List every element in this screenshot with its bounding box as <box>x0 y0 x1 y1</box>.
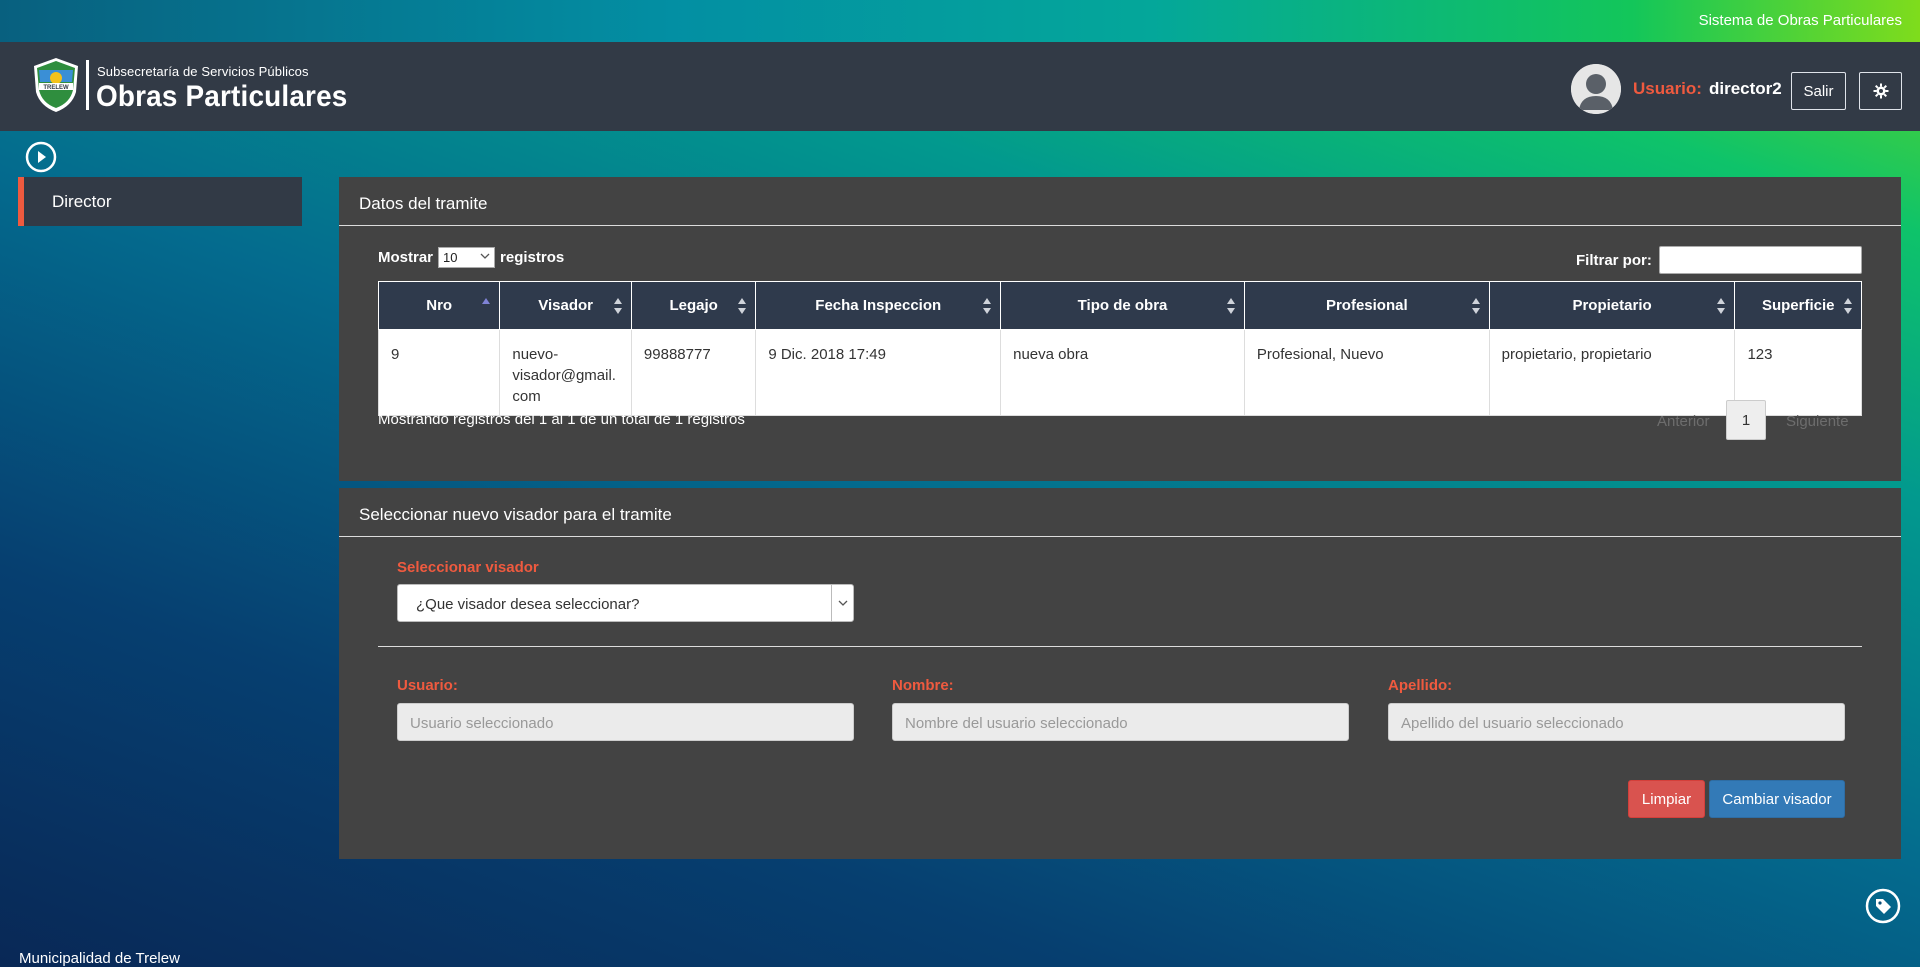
panel-divider <box>339 536 1901 537</box>
brand-title: Obras Particulares <box>96 80 348 113</box>
filter-input[interactable] <box>1659 246 1862 274</box>
sort-both-icon <box>1717 298 1726 314</box>
records-label: registros <box>500 249 565 266</box>
logout-button[interactable]: Salir <box>1791 72 1846 110</box>
pager-next[interactable]: Siguiente <box>1786 413 1849 430</box>
column-header-profesional[interactable]: Profesional <box>1243 281 1490 330</box>
select-visador-label: Seleccionar visador <box>397 559 539 576</box>
nombre-field[interactable]: Nombre del usuario seleccionado <box>892 703 1349 741</box>
column-header-visador[interactable]: Visador <box>499 281 632 330</box>
nombre-placeholder: Nombre del usuario seleccionado <box>905 715 1128 732</box>
sidebar-toggle-icon[interactable] <box>25 141 57 173</box>
trelew-shield-icon: TRELEW <box>34 58 78 112</box>
cell-fecha-inspeccion: 9 Dic. 2018 17:49 <box>755 329 1002 416</box>
user-label: Usuario: <box>1633 79 1702 98</box>
sort-both-icon <box>983 298 992 314</box>
visador-select[interactable]: ¿Que visador desea seleccionar? <box>397 584 854 622</box>
sort-both-icon <box>1226 298 1235 314</box>
sort-both-icon <box>613 298 622 314</box>
table-header-row: Nro Visador Legajo Fecha Inspeccion Tipo… <box>377 281 1862 330</box>
usuario-field[interactable]: Usuario seleccionado <box>397 703 854 741</box>
sidebar-item-director[interactable]: Director <box>18 177 302 226</box>
apellido-placeholder: Apellido del usuario seleccionado <box>1401 715 1624 732</box>
column-header-propietario[interactable]: Propietario <box>1488 281 1736 330</box>
header: TRELEW Subsecretaría de Servicios Públic… <box>0 42 1920 131</box>
chevron-down-icon <box>838 600 847 606</box>
cell-visador: nuevo-visador@gmail.com <box>499 329 632 416</box>
user-name: director2 <box>1709 79 1782 98</box>
chevron-down-icon <box>480 253 490 259</box>
cell-legajo: 99888777 <box>630 329 757 416</box>
tramite-table: Nro Visador Legajo Fecha Inspeccion Tipo… <box>377 281 1862 416</box>
page-length-select[interactable]: 10 <box>438 247 496 268</box>
sort-both-icon <box>1844 298 1852 314</box>
clear-button[interactable]: Limpiar <box>1628 780 1705 818</box>
user-avatar-icon <box>1571 64 1621 114</box>
page-length-value: 10 <box>443 250 458 265</box>
sort-both-icon <box>738 298 747 314</box>
column-header-legajo[interactable]: Legajo <box>630 281 757 330</box>
system-title: Sistema de Obras Particulares <box>1698 12 1902 29</box>
select-caret <box>831 585 853 621</box>
usuario-placeholder: Usuario seleccionado <box>410 715 554 732</box>
column-header-nro[interactable]: Nro <box>377 281 501 330</box>
pager-previous[interactable]: Anterior <box>1657 413 1710 430</box>
usuario-label: Usuario: <box>397 677 458 694</box>
visador-panel-title: Seleccionar nuevo visador para el tramit… <box>359 505 672 524</box>
page-length-control: Mostrar 10 registros <box>378 247 564 268</box>
settings-button[interactable] <box>1859 72 1902 110</box>
sort-asc-icon <box>482 298 491 304</box>
nombre-label: Nombre: <box>892 677 954 694</box>
table-info: Mostrando registros del 1 al 1 de un tot… <box>378 411 745 428</box>
column-header-tipo-obra[interactable]: Tipo de obra <box>1000 281 1245 330</box>
column-header-superficie[interactable]: Superficie <box>1734 281 1862 330</box>
cell-propietario: propietario, propietario <box>1488 329 1736 416</box>
panel-divider <box>339 225 1901 226</box>
filter-label: Filtrar por: <box>1576 252 1652 269</box>
cell-profesional: Profesional, Nuevo <box>1243 329 1490 416</box>
brand-subtitle: Subsecretaría de Servicios Públicos <box>97 64 309 79</box>
change-visador-button[interactable]: Cambiar visador <box>1709 780 1845 818</box>
logo-divider <box>86 60 89 110</box>
footer-text: Municipalidad de Trelew <box>19 950 180 967</box>
table-row[interactable]: 9 nuevo-visador@gmail.com 99888777 9 Dic… <box>377 329 1862 416</box>
show-label: Mostrar <box>378 249 434 266</box>
visador-panel: Seleccionar nuevo visador para el tramit… <box>339 488 1901 859</box>
gear-icon <box>1873 83 1888 99</box>
avatar[interactable] <box>1571 64 1621 114</box>
sidebar-item-label: Director <box>52 192 112 211</box>
cell-nro: 9 <box>377 329 501 416</box>
cell-tipo-obra: nueva obra <box>1000 329 1245 416</box>
visador-select-value: ¿Que visador desea seleccionar? <box>416 596 640 613</box>
column-header-fecha-inspeccion[interactable]: Fecha Inspeccion <box>755 281 1002 330</box>
pager-page-1[interactable]: 1 <box>1726 400 1766 440</box>
sort-both-icon <box>1471 298 1480 314</box>
top-strip: Sistema de Obras Particulares <box>0 0 1920 42</box>
logo-text: TRELEW <box>43 85 69 91</box>
tramite-panel-title: Datos del tramite <box>359 194 488 213</box>
form-divider <box>378 646 1862 647</box>
tag-icon[interactable] <box>1865 888 1901 924</box>
apellido-field[interactable]: Apellido del usuario seleccionado <box>1388 703 1845 741</box>
apellido-label: Apellido: <box>1388 677 1453 694</box>
tramite-panel: Datos del tramite Mostrar 10 registros F… <box>339 177 1901 481</box>
